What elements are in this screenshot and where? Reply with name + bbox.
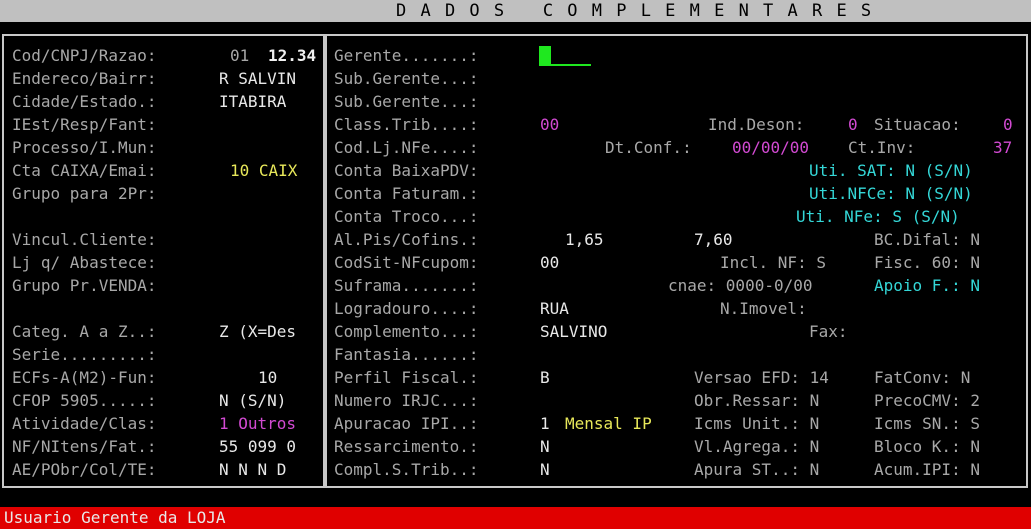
numero-irjc-label: Numero IRJC...: bbox=[334, 391, 479, 410]
cnpj-value[interactable]: 12.34 bbox=[268, 45, 316, 67]
precocmv-field[interactable]: PrecoCMV: 2 bbox=[874, 390, 980, 412]
cnae-field[interactable]: cnae: 0000-0/00 bbox=[668, 275, 813, 297]
logradouro-value[interactable]: RUA bbox=[540, 298, 569, 320]
grupo-venda-label: Grupo Pr.VENDA: bbox=[12, 276, 157, 295]
conta-baixa-label: Conta BaixaPDV: bbox=[334, 161, 479, 180]
uti-nfe-field[interactable]: Uti. NFe: S (S/N) bbox=[796, 206, 960, 228]
categ-value[interactable]: Z (X=Des bbox=[219, 321, 296, 343]
categ-label: Categ. A a Z..: bbox=[12, 322, 157, 341]
situacao-value[interactable]: 0 bbox=[1003, 114, 1013, 136]
cta-caixa-label: Cta CAIXA/Emai: bbox=[12, 161, 157, 180]
ecfs-value[interactable]: 10 bbox=[258, 367, 277, 389]
apuracao-ipi-value[interactable]: 1 bbox=[540, 413, 550, 435]
ind-deson-value[interactable]: 0 bbox=[848, 114, 858, 136]
nf-nitens-label: NF/NItens/Fat.: bbox=[12, 437, 157, 456]
complemento-label: Complemento...: bbox=[334, 322, 479, 341]
status-bar: Usuario Gerente da LOJA bbox=[0, 507, 1031, 529]
lj-abastece-label: Lj q/ Abastece: bbox=[12, 253, 157, 272]
fax-label: Fax: bbox=[809, 322, 848, 341]
serie-label: Serie.........: bbox=[12, 345, 157, 364]
versao-efd-field[interactable]: Versao EFD: 14 bbox=[694, 367, 829, 389]
icms-sn-field[interactable]: Icms SN.: S bbox=[874, 413, 980, 435]
al-pis-label: Al.Pis/Cofins.: bbox=[334, 230, 479, 249]
gerente-label: Gerente.......: bbox=[334, 46, 479, 65]
al-pis-value[interactable]: 1,65 bbox=[565, 229, 604, 251]
situacao-label: Situacao: bbox=[874, 115, 961, 134]
iest-label: IEst/Resp/Fant: bbox=[12, 115, 157, 134]
ressarcimento-value[interactable]: N bbox=[540, 436, 550, 458]
obr-ressar-field[interactable]: Obr.Ressar: N bbox=[694, 390, 819, 412]
ae-pobr-value[interactable]: N N N D bbox=[219, 459, 286, 481]
atividade-value[interactable]: 1 Outros bbox=[219, 413, 296, 435]
vincul-cliente-label: Vincul.Cliente: bbox=[12, 230, 157, 249]
class-trib-value[interactable]: 00 bbox=[540, 114, 559, 136]
logradouro-label: Logradouro....: bbox=[334, 299, 479, 318]
conta-troco-label: Conta Troco...: bbox=[334, 207, 479, 226]
cta-caixa-value[interactable]: 10 CAIX bbox=[230, 160, 297, 182]
nf-nitens-value[interactable]: 55 099 0 bbox=[219, 436, 296, 458]
n-imovel-label: N.Imovel: bbox=[720, 299, 807, 318]
sub-gerente-1-label: Sub.Gerente...: bbox=[334, 69, 479, 88]
codsit-value[interactable]: 00 bbox=[540, 252, 559, 274]
cfop-label: CFOP 5905.....: bbox=[12, 391, 157, 410]
acum-ipi-field[interactable]: Acum.IPI: N bbox=[874, 459, 980, 481]
incl-nf-field[interactable]: Incl. NF: S bbox=[720, 252, 826, 274]
uti-sat-field[interactable]: Uti. SAT: N (S/N) bbox=[809, 160, 973, 182]
complemento-value[interactable]: SALVINO bbox=[540, 321, 607, 343]
ae-pobr-label: AE/PObr/Col/TE: bbox=[12, 460, 157, 479]
gerente-input-field[interactable] bbox=[551, 64, 591, 66]
suframa-label: Suframa.......: bbox=[334, 276, 479, 295]
endereco-value[interactable]: R SALVIN bbox=[219, 68, 296, 90]
uti-nfce-field[interactable]: Uti.NFCe: N (S/N) bbox=[809, 183, 973, 205]
bloco-k-field[interactable]: Bloco K.: N bbox=[874, 436, 980, 458]
codsit-label: CodSit-NFcupom: bbox=[334, 253, 479, 272]
fatconv-field[interactable]: FatConv: N bbox=[874, 367, 970, 389]
cidade-value[interactable]: ITABIRA bbox=[219, 91, 286, 113]
class-trib-label: Class.Trib....: bbox=[334, 115, 479, 134]
compl-strib-value[interactable]: N bbox=[540, 459, 550, 481]
icms-unit-field[interactable]: Icms Unit.: N bbox=[694, 413, 819, 435]
conta-faturam-label: Conta Faturam.: bbox=[334, 184, 479, 203]
apuracao-ipi-label: Apuracao IPI..: bbox=[334, 414, 479, 433]
ecfs-label: ECFs-A(M2)-Fun: bbox=[12, 368, 157, 387]
cod-value[interactable]: 01 bbox=[230, 45, 249, 67]
cod-cnpj-label: Cod/CNPJ/Razao: bbox=[12, 46, 157, 65]
vl-agrega-field[interactable]: Vl.Agrega.: N bbox=[694, 436, 819, 458]
cidade-label: Cidade/Estado.: bbox=[12, 92, 157, 111]
grupo-2pr-label: Grupo para 2Pr: bbox=[12, 184, 157, 203]
compl-strib-label: Compl.S.Trib..: bbox=[334, 460, 479, 479]
processo-label: Processo/I.Mun: bbox=[12, 138, 157, 157]
dt-conf-label: Dt.Conf.: bbox=[605, 138, 692, 157]
perfil-fiscal-value[interactable]: B bbox=[540, 367, 550, 389]
title-bar: D A D O S C O M P L E M E N T A R E S bbox=[0, 0, 1031, 22]
ressarcimento-label: Ressarcimento.: bbox=[334, 437, 479, 456]
fisc-60-field[interactable]: Fisc. 60: N bbox=[874, 252, 980, 274]
dt-conf-value[interactable]: 00/00/00 bbox=[732, 137, 809, 159]
atividade-label: Atividade/Clas: bbox=[12, 414, 157, 433]
ind-deson-label: Ind.Deson: bbox=[708, 115, 805, 134]
apuracao-ipi-desc: Mensal IP bbox=[565, 414, 652, 433]
apura-st-field[interactable]: Apura ST..: N bbox=[694, 459, 819, 481]
fantasia-label: Fantasia......: bbox=[334, 345, 479, 364]
cfop-value[interactable]: N (S/N) bbox=[219, 390, 286, 412]
gerente-input-cursor[interactable] bbox=[539, 46, 551, 66]
sub-gerente-2-label: Sub.Gerente...: bbox=[334, 92, 479, 111]
perfil-fiscal-label: Perfil Fiscal.: bbox=[334, 368, 479, 387]
ct-inv-value[interactable]: 37 bbox=[993, 137, 1012, 159]
ct-inv-label: Ct.Inv: bbox=[848, 138, 916, 157]
cod-lj-nfe-label: Cod.Lj.NFe....: bbox=[334, 138, 479, 157]
al-cofins-value[interactable]: 7,60 bbox=[694, 229, 733, 251]
screen-title: D A D O S C O M P L E M E N T A R E S bbox=[396, 1, 874, 21]
bc-difal-field[interactable]: BC.Difal: N bbox=[874, 229, 980, 251]
status-text: Usuario Gerente da LOJA bbox=[4, 508, 226, 527]
apoio-f-field[interactable]: Apoio F.: N bbox=[874, 275, 980, 297]
endereco-label: Endereco/Bairr: bbox=[12, 69, 157, 88]
